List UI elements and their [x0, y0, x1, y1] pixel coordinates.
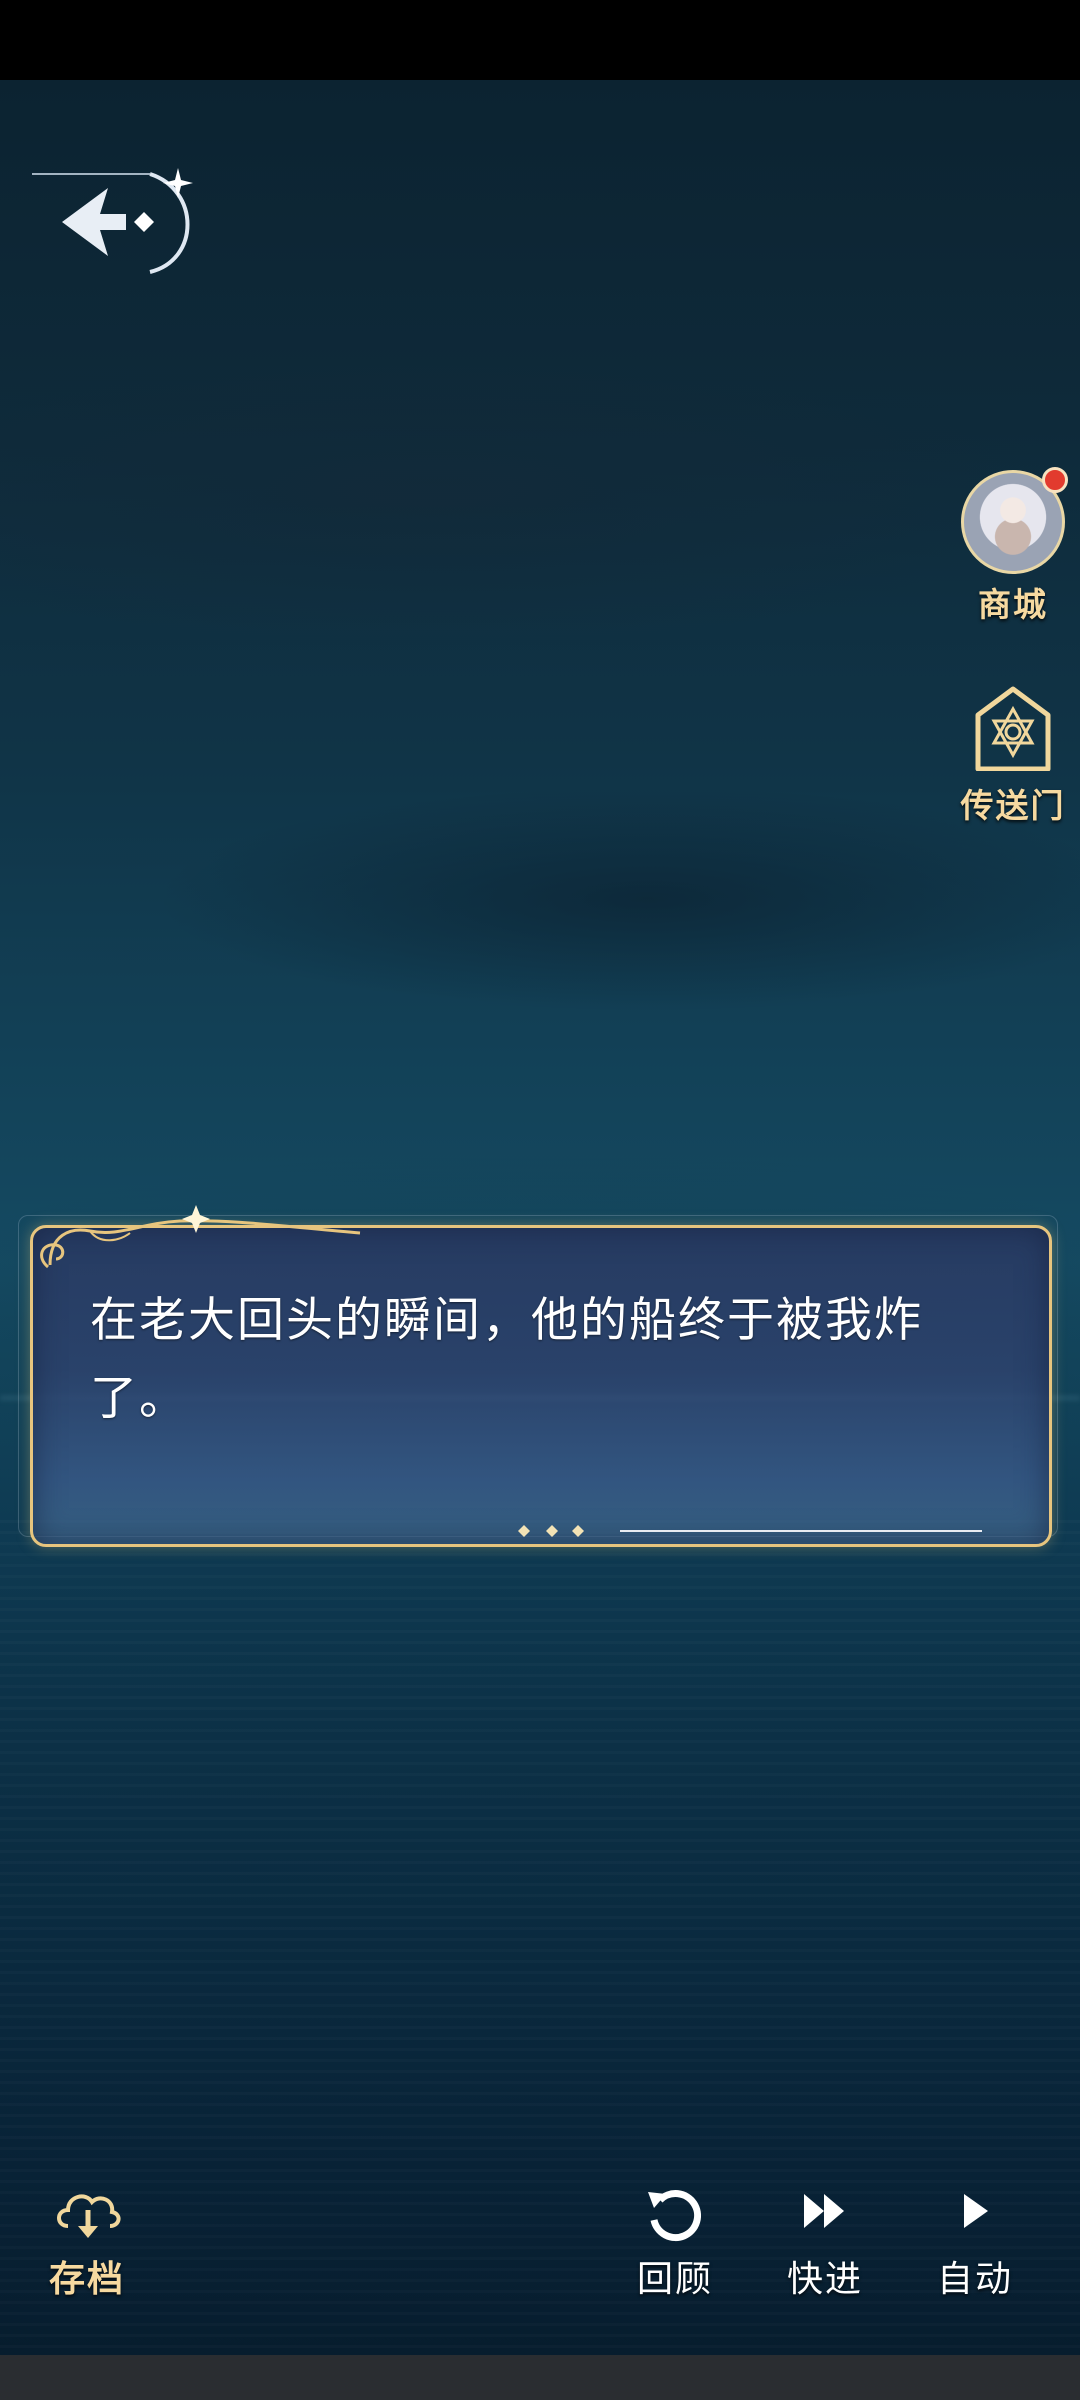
shop-label: 商城	[978, 585, 1048, 624]
play-icon	[964, 2194, 988, 2228]
save-button[interactable]: 存档	[22, 2180, 152, 2302]
system-navigation-bar	[0, 2355, 1080, 2400]
notification-dot	[1042, 467, 1068, 493]
status-bar	[0, 0, 1080, 80]
portal-button[interactable]: 传送门	[948, 685, 1078, 827]
back-arrow-icon	[32, 168, 193, 274]
cloud-save-icon	[57, 2194, 121, 2238]
dialog-text: 在老大回头的瞬间，他的船终于被我炸了。	[90, 1293, 923, 1426]
game-screen: 商城 传送门 在老大回头的瞬间，他的船终于被我炸了。 存档 回顾 快进 自动	[0, 0, 1080, 2400]
fast-forward-label: 快进	[786, 2259, 863, 2300]
rewind-circle-icon	[648, 2190, 702, 2242]
shop-button[interactable]: 商城	[948, 467, 1078, 626]
dialog-ornament	[40, 1205, 361, 1269]
character-avatar-icon	[961, 467, 1068, 574]
auto-button[interactable]: 自动	[910, 2180, 1040, 2302]
review-button[interactable]: 回顾	[610, 2180, 740, 2302]
review-label: 回顾	[636, 2259, 713, 2300]
auto-label: 自动	[936, 2259, 1013, 2300]
save-label: 存档	[48, 2259, 125, 2300]
hexagram-portal-icon	[975, 686, 1051, 772]
dialog-decor-line	[518, 1525, 982, 1537]
back-button[interactable]	[30, 160, 195, 280]
portal-label: 传送门	[960, 786, 1066, 825]
fast-forward-icon	[804, 2194, 844, 2228]
fast-forward-button[interactable]: 快进	[760, 2180, 890, 2302]
